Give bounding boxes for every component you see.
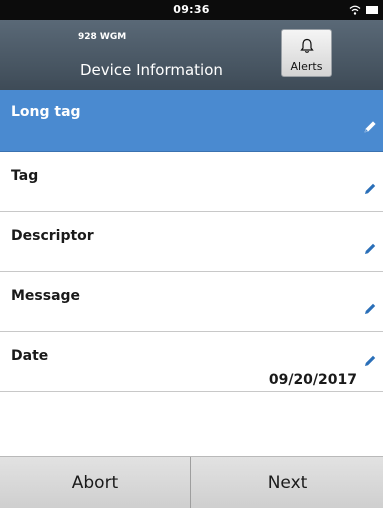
pencil-icon[interactable] (363, 120, 377, 134)
wifi-icon (349, 5, 361, 15)
alerts-label: Alerts (290, 60, 323, 73)
pencil-icon[interactable] (363, 302, 377, 316)
status-clock: 09:36 (173, 3, 210, 16)
field-label: Message (11, 288, 81, 304)
page-title: Device Information (80, 61, 223, 79)
battery-icon (366, 6, 378, 14)
list-item-descriptor[interactable]: Descriptor (0, 212, 383, 272)
field-label: Date (11, 348, 49, 364)
date-value: 09/20/2017 (268, 372, 357, 388)
device-info-list: Long tag Tag Descriptor Message Date 09/… (0, 90, 383, 392)
list-item-message[interactable]: Message (0, 272, 383, 332)
field-label: Descriptor (11, 228, 94, 244)
device-name: 928 WGM (78, 32, 127, 42)
alerts-button[interactable]: Alerts (281, 29, 332, 77)
next-button[interactable]: Next (192, 457, 383, 508)
pencil-icon[interactable] (363, 182, 377, 196)
app-header: 928 WGM Device Information Alerts (0, 20, 383, 90)
bell-icon (300, 38, 314, 53)
field-label: Long tag (11, 104, 81, 120)
abort-button[interactable]: Abort (0, 457, 191, 508)
list-item-date[interactable]: Date 09/20/2017 (0, 332, 383, 392)
field-label: Tag (11, 168, 39, 184)
status-bar: 09:36 (0, 0, 383, 20)
bottom-action-bar: Abort Next (0, 456, 383, 508)
list-item-long-tag[interactable]: Long tag (0, 90, 383, 152)
pencil-icon[interactable] (363, 242, 377, 256)
list-item-tag[interactable]: Tag (0, 152, 383, 212)
pencil-icon[interactable] (363, 354, 377, 368)
